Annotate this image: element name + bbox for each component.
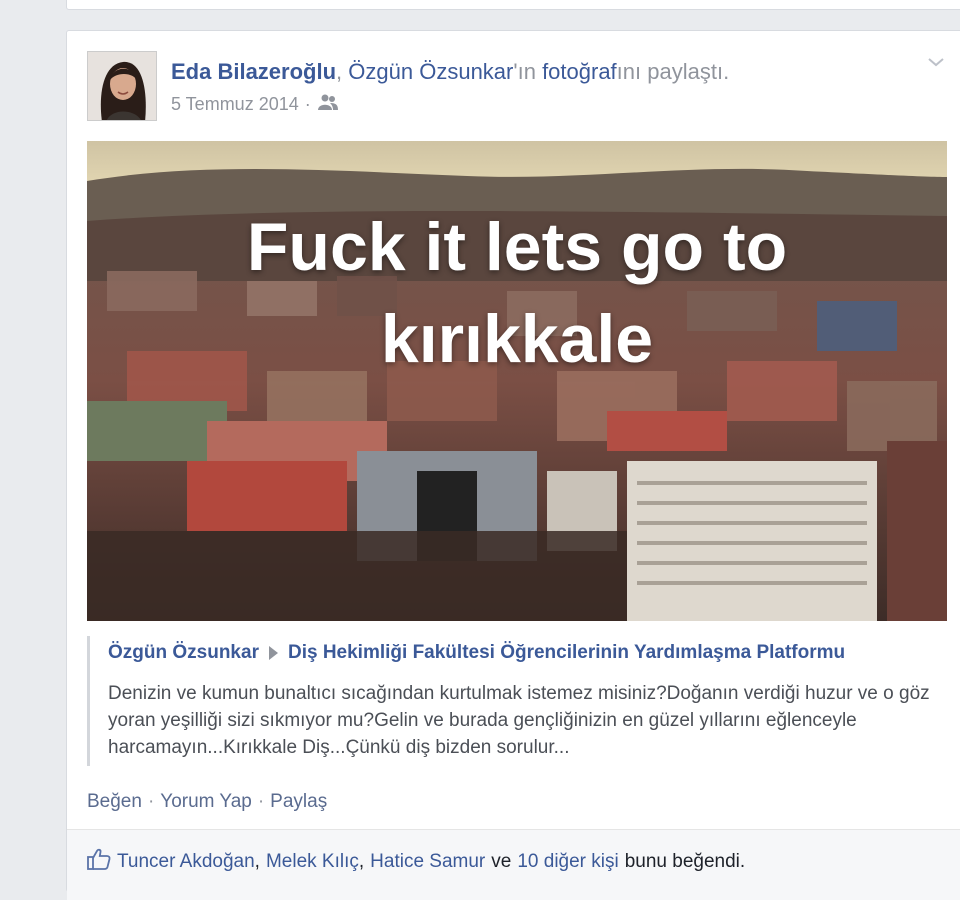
liker-2-link[interactable]: Melek Kılıç [266, 851, 359, 873]
attachment-group-link[interactable]: Diş Hekimliği Fakültesi Öğrencilerinin Y… [288, 642, 845, 664]
shared-suffix-1: 'ın [513, 59, 536, 84]
attachment-header: Özgün Özsunkar Diş Hekimliği Fakültesi Ö… [108, 642, 947, 664]
photo-caption-line-2: kırıkkale [380, 301, 654, 377]
likes-and: ve [491, 851, 512, 872]
likes-comma-1: , [254, 851, 260, 872]
likes-others-link[interactable]: 10 diğer kişi [517, 851, 618, 873]
post-meta: 5 Temmuz 2014 · [171, 94, 339, 115]
post-date-link[interactable]: 5 Temmuz 2014 [171, 94, 299, 115]
liker-1-link[interactable]: Tuncer Akdoğan [117, 851, 255, 873]
shared-photo[interactable]: Fuck it lets go to kırıkkale [87, 141, 947, 621]
photo-link[interactable]: fotoğraf [542, 59, 617, 84]
previous-post-card [66, 0, 960, 10]
like-button[interactable]: Beğen [87, 791, 142, 813]
liker-3-link[interactable]: Hatice Samur [370, 851, 485, 873]
triangle-right-icon [268, 646, 278, 660]
actions-dot-1: · [147, 791, 155, 812]
author-avatar[interactable] [87, 51, 157, 121]
shared-suffix-2: ını paylaştı. [616, 59, 730, 84]
meta-dot: · [304, 94, 311, 114]
photo-caption-line-1: Fuck it lets go to [246, 209, 788, 285]
post-card: Eda Bilazeroğlu, Özgün Özsunkar'ın fotoğ… [66, 30, 960, 900]
comment-button[interactable]: Yorum Yap [160, 791, 252, 813]
actions-dot-2: · [257, 791, 265, 812]
share-button[interactable]: Paylaş [270, 791, 327, 813]
attachment-block: Özgün Özsunkar Diş Hekimliği Fakültesi Ö… [87, 636, 947, 766]
chevron-down-icon[interactable] [927, 53, 945, 71]
attachment-poster-link[interactable]: Özgün Özsunkar [108, 642, 259, 664]
friends-icon[interactable] [317, 94, 339, 115]
author-name-link[interactable]: Eda Bilazeroğlu [171, 59, 336, 84]
attachment-text: Denizin ve kumun bunaltıcı sıcağından ku… [108, 683, 930, 758]
post-header: Eda Bilazeroğlu, Özgün Özsunkar'ın fotoğ… [171, 59, 729, 85]
avatar-image [88, 52, 156, 120]
likes-comma-2: , [358, 851, 365, 872]
header-separator: , [336, 59, 343, 84]
likes-suffix: bunu beğendi. [624, 851, 746, 872]
shared-owner-link[interactable]: Özgün Özsunkar [348, 59, 513, 84]
photo-caption: Fuck it lets go to kırıkkale [87, 201, 947, 385]
post-actions: Beğen · Yorum Yap · Paylaş [87, 791, 327, 813]
likes-section: Tuncer Akdoğan, Melek Kılıç, Hatice Samu… [67, 829, 960, 900]
